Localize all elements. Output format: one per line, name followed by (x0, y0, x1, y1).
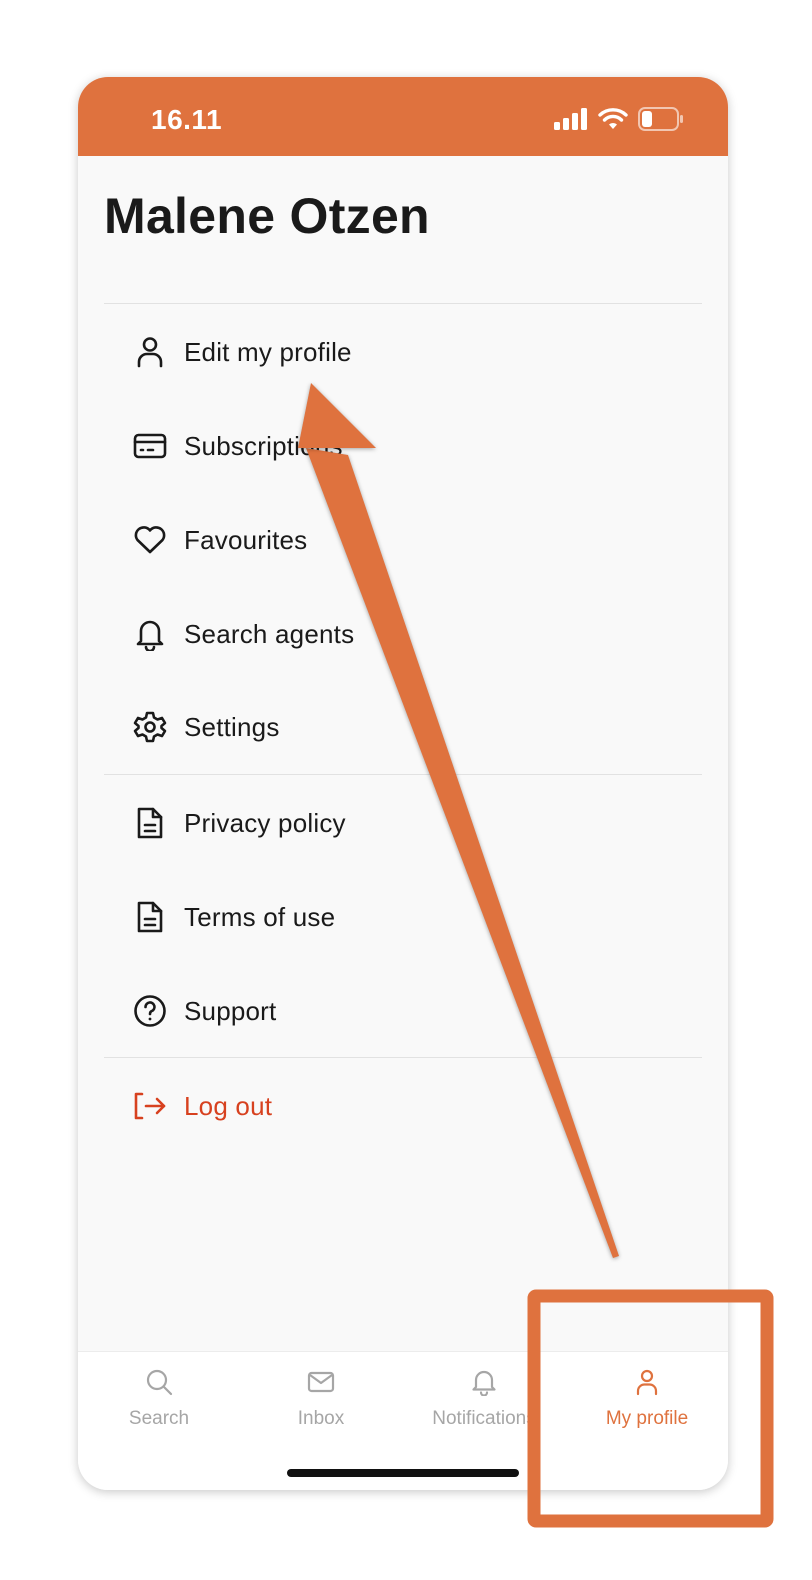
tab-label: Inbox (297, 1408, 345, 1429)
status-icons (554, 107, 684, 131)
menu-item-label: Terms of use (184, 901, 336, 932)
tab-label: Search (128, 1408, 190, 1429)
phone-screen: 16.11 Malene Otzen Edit my profile Subsc… (78, 77, 728, 1490)
person-icon (636, 1369, 658, 1396)
menu-item-terms-of-use[interactable]: Terms of use (104, 887, 702, 947)
menu-item-label: Favourites (184, 524, 308, 555)
divider (104, 1057, 702, 1058)
bell-icon (132, 616, 168, 652)
status-time: 16.11 (151, 104, 223, 135)
credit-card-icon (132, 428, 168, 464)
menu-item-label: Log out (184, 1090, 273, 1121)
menu-item-label: Subscriptions (184, 430, 343, 461)
menu-item-favourites[interactable]: Favourites (104, 510, 702, 570)
document-icon (132, 899, 168, 935)
status-bar: 16.11 (78, 77, 728, 156)
menu-item-search-agents[interactable]: Search agents (104, 604, 702, 664)
battery-icon (638, 107, 683, 131)
menu-item-edit-profile[interactable]: Edit my profile (104, 322, 702, 382)
person-icon (132, 334, 168, 370)
menu-item-privacy-policy[interactable]: Privacy policy (104, 793, 702, 853)
divider (104, 774, 702, 775)
document-icon (132, 805, 168, 841)
menu-item-label: Privacy policy (184, 807, 346, 838)
menu-item-support[interactable]: Support (104, 981, 702, 1041)
wifi-icon (598, 108, 628, 129)
tab-my-profile[interactable]: My profile (566, 1352, 728, 1452)
divider (104, 303, 702, 304)
home-indicator (287, 1469, 519, 1477)
page-title: Malene Otzen (104, 188, 430, 244)
menu-item-subscriptions[interactable]: Subscriptions (104, 416, 702, 476)
menu-item-label: Support (184, 995, 277, 1026)
tab-label: My profile (605, 1408, 689, 1429)
tab-search[interactable]: Search (78, 1352, 240, 1452)
menu-item-label: Edit my profile (184, 336, 352, 367)
screenshot-page: 16.11 Malene Otzen Edit my profile Subsc… (0, 0, 812, 1580)
menu-item-settings[interactable]: Settings (104, 697, 702, 757)
menu-item-label: Search agents (184, 618, 355, 649)
mail-icon (307, 1371, 335, 1393)
cellular-signal-icon (554, 108, 587, 130)
question-circle-icon (132, 993, 168, 1029)
search-icon (146, 1369, 173, 1396)
logout-button[interactable]: Log out (104, 1076, 702, 1136)
gear-icon (132, 709, 168, 745)
tab-label: Notifications (432, 1408, 536, 1429)
tab-notifications[interactable]: Notifications (403, 1352, 565, 1452)
bell-icon (472, 1370, 496, 1396)
heart-icon (132, 522, 168, 558)
logout-icon (132, 1088, 168, 1124)
tab-inbox[interactable]: Inbox (240, 1352, 402, 1452)
menu-item-label: Settings (184, 711, 280, 742)
